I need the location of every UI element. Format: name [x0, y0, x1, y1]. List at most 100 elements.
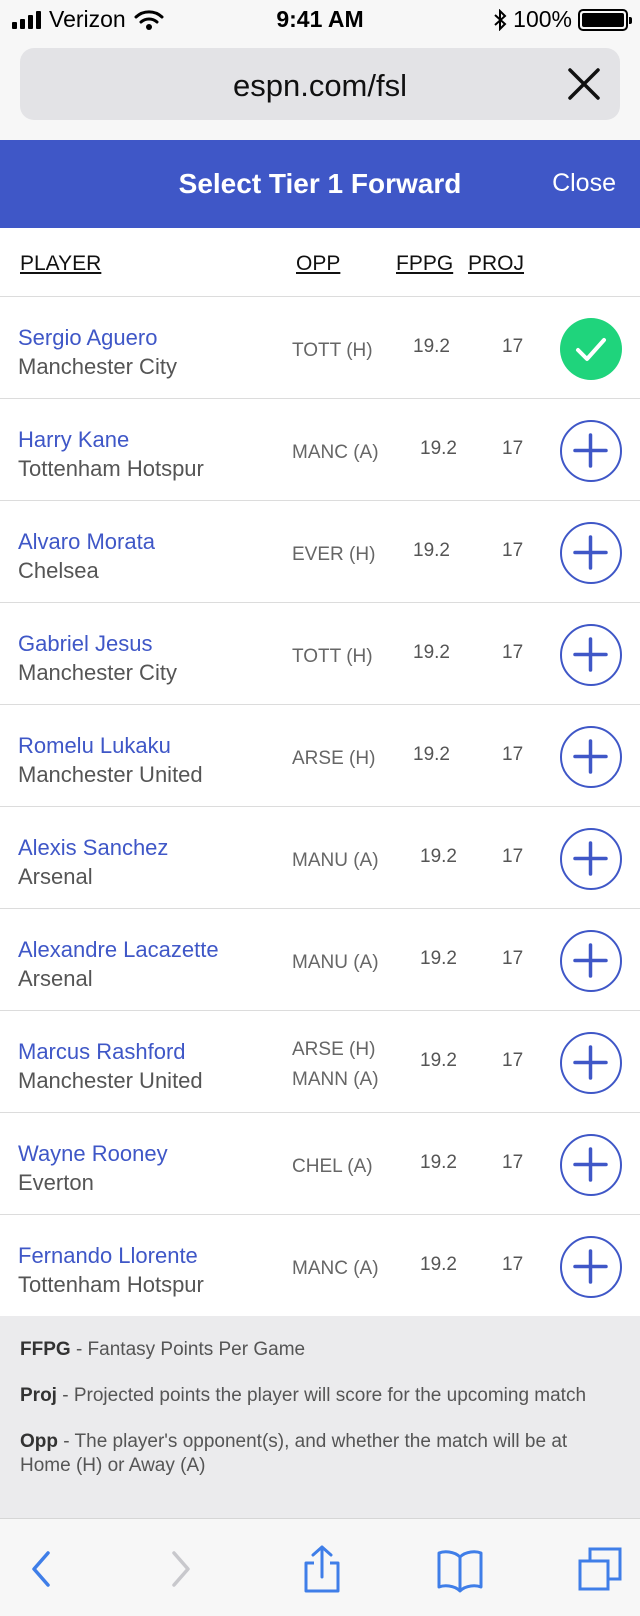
- opponent-entry: MANC (A): [292, 442, 379, 463]
- player-row[interactable]: Alexis Sanchez Arsenal MANU (A) 19.2 17: [0, 807, 640, 909]
- plus-icon: [573, 1249, 608, 1284]
- legend-definition: - Fantasy Points Per Game: [70, 1339, 306, 1360]
- player-name[interactable]: Romelu Lukaku: [18, 733, 171, 759]
- back-icon[interactable]: [18, 1545, 66, 1593]
- legend-entry: Opp - The player's opponent(s), and whet…: [20, 1430, 620, 1478]
- close-icon[interactable]: [562, 62, 606, 106]
- url-text[interactable]: espn.com/fsl: [20, 68, 620, 104]
- player-name[interactable]: Marcus Rashford: [18, 1039, 186, 1065]
- legend-definition: - The player's opponent(s), and whether …: [20, 1431, 568, 1476]
- player-team: Tottenham Hotspur: [18, 456, 204, 481]
- add-player-button[interactable]: [560, 420, 622, 482]
- player-opponent: CHEL (A): [292, 1152, 373, 1182]
- legend: FFPG - Fantasy Points Per Game Proj - Pro…: [0, 1316, 640, 1518]
- legend-entry: Proj - Projected points the player will …: [20, 1384, 620, 1408]
- player-opponent: MANC (A): [292, 438, 379, 468]
- opponent-entry: ARSE (H): [292, 1039, 376, 1060]
- player-team: Chelsea: [18, 558, 99, 583]
- player-name[interactable]: Fernando Llorente: [18, 1243, 198, 1269]
- player-fppg: 19.2: [420, 1254, 457, 1275]
- player-team: Tottenham Hotspur: [18, 1272, 204, 1297]
- close-button[interactable]: Close: [552, 169, 616, 198]
- player-fppg: 19.2: [413, 744, 450, 765]
- address-bar[interactable]: espn.com/fsl: [20, 48, 620, 120]
- column-header-opp[interactable]: OPP: [296, 252, 340, 276]
- legend-entry: FFPG - Fantasy Points Per Game: [20, 1338, 620, 1362]
- player-team: Manchester United: [18, 762, 203, 787]
- plus-icon: [573, 841, 608, 876]
- player-name[interactable]: Alvaro Morata: [18, 529, 155, 555]
- player-row[interactable]: Harry Kane Tottenham Hotspur MANC (A) 19.2 1…: [0, 399, 640, 501]
- player-proj: 17: [502, 1050, 524, 1071]
- player-name[interactable]: Gabriel Jesus: [18, 631, 153, 657]
- opponent-entry: EVER (H): [292, 544, 376, 565]
- player-team: Everton: [18, 1170, 94, 1195]
- player-opponent: ARSE (H) MANN (A): [292, 1035, 379, 1095]
- plus-icon: [573, 1045, 608, 1080]
- player-opponent: MANC (A): [292, 1254, 379, 1284]
- plus-icon: [573, 739, 608, 774]
- opponent-entry: ARSE (H): [292, 748, 376, 769]
- status-bar: Verizon 9:41 AM 100%: [0, 0, 640, 42]
- add-player-button[interactable]: [560, 726, 622, 788]
- player-row[interactable]: Wayne Rooney Everton CHEL (A) 19.2 17: [0, 1113, 640, 1215]
- player-fppg: 19.2: [420, 1152, 457, 1173]
- plus-icon: [573, 637, 608, 672]
- column-header-row: PLAYER OPP FPPG PROJ: [0, 228, 640, 297]
- player-team: Manchester City: [18, 354, 177, 379]
- legend-definition: - Projected points the player will score…: [56, 1385, 587, 1406]
- player-list: Sergio Aguero Manchester City TOTT (H) 19.2…: [0, 297, 640, 1317]
- opponent-entry: MANN (A): [292, 1069, 379, 1090]
- player-name[interactable]: Alexandre Lacazette: [18, 937, 219, 963]
- add-player-button[interactable]: [560, 1134, 622, 1196]
- player-name[interactable]: Sergio Aguero: [18, 325, 157, 351]
- player-row[interactable]: Alexandre Lacazette Arsenal MANU (A) 19.2 17: [0, 909, 640, 1011]
- opponent-entry: CHEL (A): [292, 1156, 373, 1177]
- selected-player-button[interactable]: [560, 318, 622, 380]
- column-header-proj[interactable]: PROJ: [468, 252, 524, 276]
- plus-icon: [573, 535, 608, 570]
- player-row[interactable]: Sergio Aguero Manchester City TOTT (H) 19.2…: [0, 297, 640, 399]
- plus-icon: [573, 1147, 608, 1182]
- player-proj: 17: [502, 1254, 524, 1275]
- legend-term: FFPG: [20, 1339, 71, 1360]
- player-row[interactable]: Marcus Rashford Manchester United ARSE (H)…: [0, 1011, 640, 1113]
- add-player-button[interactable]: [560, 930, 622, 992]
- player-row[interactable]: Romelu Lukaku Manchester United ARSE (H) 19…: [0, 705, 640, 807]
- add-player-button[interactable]: [560, 624, 622, 686]
- forward-icon[interactable]: [156, 1545, 204, 1593]
- modal-header: Select Tier 1 Forward Close: [0, 140, 640, 228]
- player-proj: 17: [502, 744, 524, 765]
- player-row[interactable]: Fernando Llorente Tottenham Hotspur MANC (…: [0, 1215, 640, 1317]
- player-fppg: 19.2: [420, 438, 457, 459]
- share-icon[interactable]: [298, 1545, 346, 1593]
- player-name[interactable]: Wayne Rooney: [18, 1141, 168, 1167]
- player-proj: 17: [502, 1152, 524, 1173]
- player-name[interactable]: Alexis Sanchez: [18, 835, 168, 861]
- add-player-button[interactable]: [560, 828, 622, 890]
- plus-icon: [573, 943, 608, 978]
- player-team: Manchester City: [18, 660, 177, 685]
- player-team: Manchester United: [18, 1068, 203, 1093]
- player-proj: 17: [502, 540, 524, 561]
- player-opponent: MANU (A): [292, 846, 379, 876]
- bookmarks-icon[interactable]: [436, 1545, 484, 1593]
- player-opponent: TOTT (H): [292, 642, 373, 672]
- player-row[interactable]: Gabriel Jesus Manchester City TOTT (H) 19.2…: [0, 603, 640, 705]
- player-fppg: 19.2: [413, 540, 450, 561]
- column-header-fppg[interactable]: FPPG: [396, 252, 453, 276]
- player-team: Arsenal: [18, 966, 93, 991]
- add-player-button[interactable]: [560, 522, 622, 584]
- opponent-entry: MANU (A): [292, 850, 379, 871]
- column-header-player[interactable]: PLAYER: [20, 252, 101, 276]
- tabs-icon[interactable]: [576, 1545, 624, 1593]
- opponent-entry: MANU (A): [292, 952, 379, 973]
- add-player-button[interactable]: [560, 1236, 622, 1298]
- checkmark-icon: [576, 338, 606, 361]
- player-opponent: EVER (H): [292, 540, 375, 570]
- add-player-button[interactable]: [560, 1032, 622, 1094]
- legend-term: Opp: [20, 1431, 58, 1452]
- player-name[interactable]: Harry Kane: [18, 427, 129, 453]
- player-row[interactable]: Alvaro Morata Chelsea EVER (H) 19.2 17: [0, 501, 640, 603]
- plus-icon: [573, 433, 608, 468]
